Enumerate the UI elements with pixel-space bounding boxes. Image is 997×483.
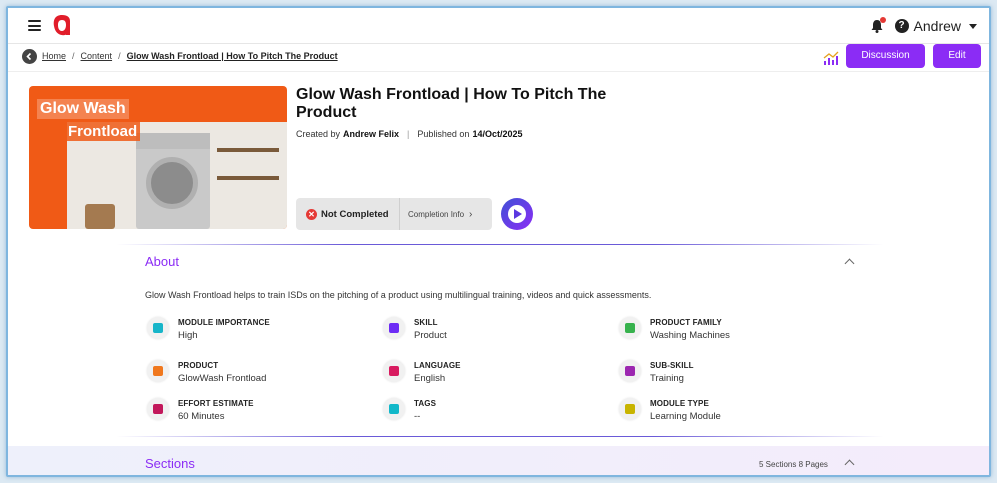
completion-status: ✕ Not Completed [296, 198, 400, 230]
tag-icon [383, 398, 405, 420]
attribute-item: MODULE IMPORTANCE High [147, 317, 367, 343]
chevron-right-icon: › [469, 208, 473, 220]
shapes-icon [619, 398, 641, 420]
attribute-label: MODULE TYPE [650, 399, 709, 408]
translate-icon [383, 360, 405, 382]
username[interactable]: Andrew [914, 18, 961, 34]
status-text: Not Completed [321, 208, 389, 220]
breadcrumb-separator: / [118, 51, 121, 61]
washer-door [146, 157, 198, 209]
attribute-label: TAGS [414, 399, 437, 408]
published-label: Published on [417, 129, 470, 139]
attribute-value: Product [414, 330, 447, 341]
thumbnail-title-line1: Glow Wash [37, 99, 129, 119]
attribute-item: LANGUAGE English [383, 360, 603, 386]
attribute-value: Learning Module [650, 411, 721, 422]
thumbnail-basket [85, 204, 115, 229]
completion-info-link[interactable]: Completion Info › [400, 209, 472, 220]
notification-dot [879, 17, 886, 23]
attribute-item: SUB-SKILL Training [619, 360, 839, 386]
top-bar: ? Andrew [8, 8, 989, 44]
breadcrumb-separator: / [72, 51, 75, 61]
play-button[interactable] [501, 198, 533, 230]
edit-button[interactable]: Edit [933, 44, 981, 68]
attribute-label: PRODUCT [178, 361, 219, 370]
breadcrumb-current[interactable]: Glow Wash Frontload | How To Pitch The P… [127, 51, 338, 61]
breadcrumb-home[interactable]: Home [42, 51, 66, 61]
discussion-button[interactable]: Discussion [846, 44, 925, 68]
thumbnail-title-line2: Frontload [65, 122, 141, 141]
user-menu-caret-icon[interactable] [969, 23, 977, 29]
thumbnail-shelf [217, 148, 279, 152]
published-date: 14/Oct/2025 [472, 129, 523, 139]
attribute-value: -- [414, 411, 421, 422]
attribute-value: Training [650, 373, 684, 384]
grid-icon [619, 317, 641, 339]
tools-icon [383, 317, 405, 339]
about-collapse-chevron-icon[interactable] [844, 258, 855, 269]
analytics-chart-icon[interactable] [823, 50, 839, 66]
attribute-label: EFFORT ESTIMATE [178, 399, 254, 408]
sections-count: 5 Sections 8 Pages [759, 460, 828, 469]
attribute-label: MODULE IMPORTANCE [178, 318, 270, 327]
breadcrumb-content[interactable]: Content [81, 51, 113, 61]
attribute-item: PRODUCT FAMILY Washing Machines [619, 317, 839, 343]
list-icon [147, 360, 169, 382]
user-area: ? Andrew [869, 16, 977, 36]
app-logo[interactable] [51, 12, 73, 38]
washing-machine-image [136, 133, 210, 229]
washer-control-panel [136, 133, 210, 149]
gauge-icon [147, 317, 169, 339]
attribute-item: EFFORT ESTIMATE 60 Minutes [147, 398, 367, 424]
sections-title[interactable]: Sections [145, 456, 195, 471]
play-icon [508, 205, 526, 223]
attribute-label: SUB-SKILL [650, 361, 694, 370]
attribute-label: PRODUCT FAMILY [650, 318, 722, 327]
completion-info-label: Completion Info [408, 209, 465, 219]
help-icon[interactable]: ? [894, 19, 909, 33]
attribute-label: SKILL [414, 318, 438, 327]
course-title: Glow Wash Frontload | How To Pitch The P… [296, 86, 607, 121]
breadcrumb: Home / Content / Glow Wash Frontload | H… [42, 51, 338, 61]
created-by-label: Created by [296, 129, 341, 139]
attribute-value: English [414, 373, 446, 384]
notification-bell-icon[interactable] [869, 17, 886, 34]
hourglass-icon [147, 398, 169, 420]
course-meta: Created by Andrew Felix | Published on 1… [296, 129, 522, 139]
attribute-value: Washing Machines [650, 330, 730, 341]
attribute-item: TAGS -- [383, 398, 603, 424]
app-window: ? Andrew Home / Content / Glow Wash Fron… [6, 6, 991, 477]
network-icon [619, 360, 641, 382]
back-arrow-icon[interactable] [22, 49, 37, 64]
attribute-value: GlowWash Frontload [178, 373, 267, 384]
attribute-item: SKILL Product [383, 317, 603, 343]
completion-status-box: ✕ Not Completed Completion Info › [296, 198, 492, 230]
section-divider [116, 436, 884, 437]
hamburger-menu-icon[interactable] [28, 20, 41, 31]
breadcrumb-bar: Home / Content / Glow Wash Frontload | H… [8, 44, 989, 72]
meta-separator: | [407, 129, 410, 139]
attribute-item: PRODUCT GlowWash Frontload [147, 360, 367, 386]
course-thumbnail: Glow Wash Frontload [29, 86, 287, 229]
section-divider [116, 244, 884, 245]
thumbnail-shelf [217, 176, 279, 180]
attribute-value: High [178, 330, 198, 341]
x-circle-icon: ✕ [306, 208, 317, 220]
author-name: Andrew Felix [343, 129, 400, 139]
about-description: Glow Wash Frontload helps to train ISDs … [145, 290, 652, 300]
about-title[interactable]: About [145, 254, 179, 269]
attribute-item: MODULE TYPE Learning Module [619, 398, 839, 424]
attribute-label: LANGUAGE [414, 361, 461, 370]
attribute-value: 60 Minutes [178, 411, 225, 422]
